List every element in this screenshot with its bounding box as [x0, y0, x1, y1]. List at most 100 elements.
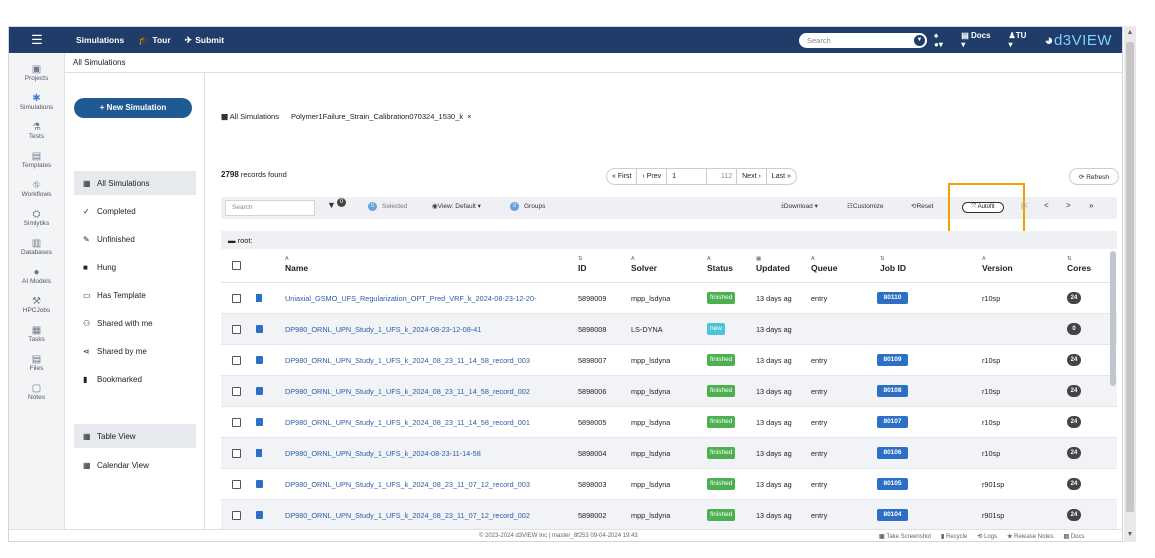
row-checkbox[interactable]	[232, 294, 241, 303]
scroll-last-button[interactable]: »	[1089, 201, 1093, 210]
column-header-updated[interactable]: ▦ Updated	[756, 255, 790, 273]
sort-icon[interactable]: ▦	[756, 255, 790, 263]
row-checkbox[interactable]	[232, 325, 241, 334]
nav-submit[interactable]: ✈ Submit	[185, 35, 224, 46]
leftnav-item-simulations[interactable]: ✱ Simulations	[9, 91, 64, 118]
leftnav-item-templates[interactable]: ▤ Templates	[9, 149, 64, 176]
prev-page-button[interactable]: ‹ Prev	[637, 169, 668, 184]
scroll-right-button[interactable]: >	[1066, 201, 1071, 210]
filter-all-simulations[interactable]: ▦ All Simulations	[74, 171, 196, 195]
filter-has-template[interactable]: ▭ Has Template	[74, 283, 196, 307]
global-search-input[interactable]: Search ▼	[799, 33, 927, 48]
leftnav-item-projects[interactable]: ▣ Projects	[9, 62, 64, 89]
job-id-badge[interactable]: 80107	[877, 416, 908, 428]
scroll-left-button[interactable]: <	[1044, 201, 1049, 210]
download-button[interactable]: ⤓ Download ▾	[781, 202, 818, 210]
view-table-view[interactable]: ▦ Table View	[74, 424, 196, 448]
table-search-input[interactable]: Search	[225, 200, 315, 216]
tab-all-simulations[interactable]: ▦ All Simulations	[221, 112, 279, 121]
new-simulation-button[interactable]: + New Simulation	[74, 98, 192, 118]
row-checkbox[interactable]	[232, 356, 241, 365]
sort-icon[interactable]: A	[285, 255, 308, 263]
sort-icon[interactable]: A	[982, 255, 1013, 263]
filter-unfinished[interactable]: ✎ Unfinished	[74, 227, 196, 251]
search-dropdown-icon[interactable]: ▼	[914, 35, 925, 46]
table-row[interactable]: DP980_ORNL_UPN_Study_1_UFS_k_2024-08-23-…	[221, 314, 1117, 345]
column-header-name[interactable]: A Name	[285, 255, 308, 273]
leftnav-item-files[interactable]: ▤ Files	[9, 352, 64, 379]
page-input[interactable]: 1	[667, 169, 708, 184]
footer-link-docs[interactable]: ▤ Docs	[1063, 533, 1084, 540]
footer-link-release-notes[interactable]: ★ Release Notes	[1007, 533, 1053, 540]
row-checkbox[interactable]	[232, 511, 241, 520]
first-page-button[interactable]: « First	[607, 169, 638, 184]
view-select[interactable]: ◉ View: Default ▾	[432, 202, 481, 210]
job-id-badge[interactable]: 80104	[877, 509, 908, 521]
column-header-queue[interactable]: A Queue	[811, 255, 837, 273]
job-id-badge[interactable]: 80108	[877, 385, 908, 397]
simulation-name-link[interactable]: DP980_ORNL_UPN_Study_1_UFS_k_2024_08_23_…	[285, 387, 567, 396]
table-vertical-scrollbar[interactable]	[1110, 251, 1116, 386]
simulation-name-link[interactable]: DP980_ORNL_UPN_Study_1_UFS_k_2024-08-23-…	[285, 325, 567, 334]
filter-shared-by-me[interactable]: ⋖ Shared by me	[74, 339, 196, 363]
row-checkbox[interactable]	[232, 449, 241, 458]
simulation-name-link[interactable]: DP980_ORNL_UPN_Study_1_UFS_k_2024-08-23-…	[285, 449, 567, 458]
leftnav-item-ai-models[interactable]: ● AI Models	[9, 265, 64, 292]
leftnav-item-simlytiks[interactable]: ⛭ Simlytiks	[9, 207, 64, 234]
footer-link-take-screenshot[interactable]: ▣ Take Screenshot	[879, 533, 931, 540]
customize-button[interactable]: ☷ Customize	[847, 202, 884, 211]
root-folder-row[interactable]: ▬ root:	[221, 231, 1117, 249]
user-menu[interactable]: ♟TU ▾	[1009, 31, 1033, 49]
view-calendar-view[interactable]: ▦ Calendar View	[74, 453, 196, 477]
sort-icon[interactable]: ⇅	[1067, 255, 1091, 263]
column-header-id[interactable]: ⇅ ID	[578, 255, 587, 273]
notifications-icon[interactable]: ♠ ●▾	[934, 31, 949, 49]
row-checkbox[interactable]	[232, 418, 241, 427]
selected-indicator[interactable]: 0 Selected	[368, 202, 407, 211]
column-header-job-id[interactable]: ⇅ Job ID	[880, 255, 906, 273]
leftnav-item-tasks[interactable]: ▦ Tasks	[9, 323, 64, 350]
filter-shared-with-me[interactable]: ⚇ Shared with me	[74, 311, 196, 335]
table-row[interactable]: DP980_ORNL_UPN_Study_1_UFS_k_2024_08_23_…	[221, 345, 1117, 376]
table-row[interactable]: Uniaxial_GSMO_UFS_Regularization_OPT_Pre…	[221, 283, 1117, 314]
filter-icon[interactable]: ▼ 0	[327, 198, 346, 210]
reset-button[interactable]: ⟲ Reset	[911, 202, 933, 211]
nav-tour[interactable]: 🎓 Tour	[138, 35, 170, 46]
scrollbar-thumb[interactable]	[1126, 42, 1134, 512]
leftnav-item-tests[interactable]: ⚗ Tests	[9, 120, 64, 147]
next-page-button[interactable]: Next ›	[737, 169, 767, 184]
sort-icon[interactable]: A	[631, 255, 657, 263]
scroll-down-icon[interactable]: ▼	[1125, 530, 1135, 540]
sort-icon[interactable]: ⇅	[880, 255, 906, 263]
leftnav-item-hpcjobs[interactable]: ⚒ HPCJobs	[9, 294, 64, 321]
sort-icon[interactable]: A	[811, 255, 837, 263]
scroll-up-icon[interactable]: ▲	[1125, 28, 1135, 38]
table-row[interactable]: DP980_ORNL_UPN_Study_1_UFS_k_2024_08_23_…	[221, 376, 1117, 407]
column-header-version[interactable]: A Version	[982, 255, 1013, 273]
footer-link-logs[interactable]: ⟲ Logs	[977, 533, 997, 540]
simulation-name-link[interactable]: DP980_ORNL_UPN_Study_1_UFS_k_2024_08_23_…	[285, 511, 567, 520]
docs-menu[interactable]: ▤ Docs ▾	[961, 31, 996, 49]
nav-simulations[interactable]: Simulations	[73, 35, 124, 45]
row-checkbox[interactable]	[232, 387, 241, 396]
scroll-first-button[interactable]: |<	[1021, 201, 1028, 210]
column-header-solver[interactable]: A Solver	[631, 255, 657, 273]
job-id-badge[interactable]: 80106	[877, 447, 908, 459]
row-checkbox[interactable]	[232, 480, 241, 489]
menu-icon[interactable]: ☰	[9, 27, 65, 53]
job-id-badge[interactable]: 80109	[877, 354, 908, 366]
filter-bookmarked[interactable]: ▮ Bookmarked	[74, 367, 196, 391]
table-row[interactable]: DP980_ORNL_UPN_Study_1_UFS_k_2024_08_23_…	[221, 500, 1117, 531]
close-tab-icon[interactable]: ×	[467, 112, 471, 121]
leftnav-item-databases[interactable]: ▥ Databases	[9, 236, 64, 263]
simulation-name-link[interactable]: DP980_ORNL_UPN_Study_1_UFS_k_2024_08_23_…	[285, 356, 567, 365]
last-page-button[interactable]: Last »	[767, 169, 796, 184]
leftnav-item-notes[interactable]: ▢ Notes	[9, 381, 64, 408]
groups-button[interactable]: 0 Groups	[510, 202, 545, 211]
sort-icon[interactable]: ⇅	[578, 255, 587, 263]
job-id-badge[interactable]: 80105	[877, 478, 908, 490]
tab-polymer-calibration[interactable]: Polymer1Failure_Strain_Calibration070324…	[291, 112, 463, 121]
filter-hung[interactable]: ■ Hung	[74, 255, 196, 279]
filter-completed[interactable]: ✓ Completed	[74, 199, 196, 223]
select-all-checkbox[interactable]	[232, 261, 241, 270]
